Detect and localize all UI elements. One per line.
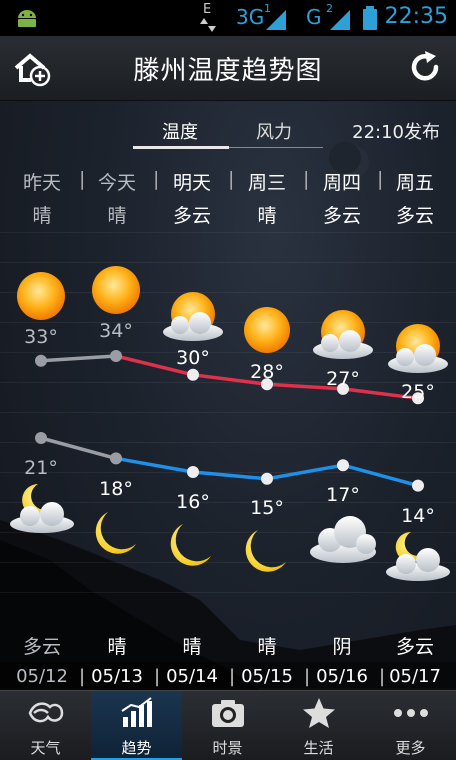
low-temp-line-segment — [192, 470, 268, 481]
more-dots-icon — [394, 709, 428, 717]
nav-more[interactable]: 更多 — [365, 691, 456, 760]
nav-label: 生活 — [303, 739, 334, 757]
night-condition: 晴 — [107, 636, 127, 658]
temperature-chart — [35, 350, 424, 492]
star-icon — [303, 698, 335, 728]
low-temp-label: 16° — [176, 491, 210, 513]
date-label: 05/13 — [91, 666, 143, 687]
high-temp-point — [110, 350, 122, 362]
trend-chart-icon — [121, 697, 152, 727]
date-label: 05/12 — [16, 666, 68, 687]
weather-trend-screen: E 3G 1 G 2 22:35 滕州温度趋势图 温度 风力 22:10发布 昨… — [0, 0, 456, 760]
night-condition: 多云 — [22, 636, 61, 658]
high-temp-point — [35, 354, 47, 367]
low-temp-point — [187, 466, 199, 478]
low-temp-label: 15° — [250, 497, 284, 519]
nav-life[interactable]: 生活 — [273, 691, 364, 760]
weather-icon — [28, 702, 64, 723]
high-temp-label: 33° — [24, 326, 58, 348]
low-temp-point — [412, 479, 424, 492]
nav-label: 天气 — [30, 739, 61, 757]
low-temp-point — [337, 459, 349, 472]
high-temp-label: 30° — [176, 347, 210, 369]
high-temp-point — [187, 368, 199, 381]
low-temp-point — [35, 432, 47, 444]
night-condition: 阴 — [332, 636, 352, 658]
nav-trend[interactable]: 趋势 — [91, 691, 182, 760]
night-condition: 晴 — [257, 636, 277, 658]
date-label: 05/16 — [316, 666, 368, 687]
low-temp-label: 14° — [401, 505, 435, 527]
nav-label: 时景 — [212, 739, 243, 757]
low-temp-label: 21° — [24, 457, 58, 479]
camera-icon — [212, 700, 244, 727]
high-temp-label: 28° — [250, 361, 284, 383]
date-label: 05/15 — [241, 666, 293, 687]
nav-label: 更多 — [395, 739, 426, 757]
nav-label: 趋势 — [121, 739, 152, 757]
high-temp-line-segment — [40, 354, 117, 363]
high-temp-label: 34° — [99, 320, 133, 342]
low-temp-label: 17° — [326, 484, 360, 506]
bottom-nav: 天气 趋势 时景 生活 更多 — [0, 690, 456, 760]
low-temp-line-segment — [266, 463, 344, 481]
low-temp-label: 18° — [99, 478, 133, 500]
low-temp-line-segment — [342, 463, 419, 488]
night-condition: 晴 — [182, 636, 202, 658]
low-temp-line-segment — [40, 436, 117, 461]
date-label: 05/14 — [166, 666, 218, 687]
night-condition: 多云 — [395, 636, 434, 658]
nav-weather[interactable]: 天气 — [0, 691, 91, 760]
low-temp-point — [261, 472, 273, 485]
high-temp-label: 25° — [401, 381, 435, 403]
low-temp-point — [110, 452, 122, 465]
date-label: 05/17 — [389, 666, 441, 687]
low-temp-line-segment — [115, 456, 194, 474]
nav-scene[interactable]: 时景 — [182, 691, 273, 760]
high-temp-label: 27° — [326, 368, 360, 390]
